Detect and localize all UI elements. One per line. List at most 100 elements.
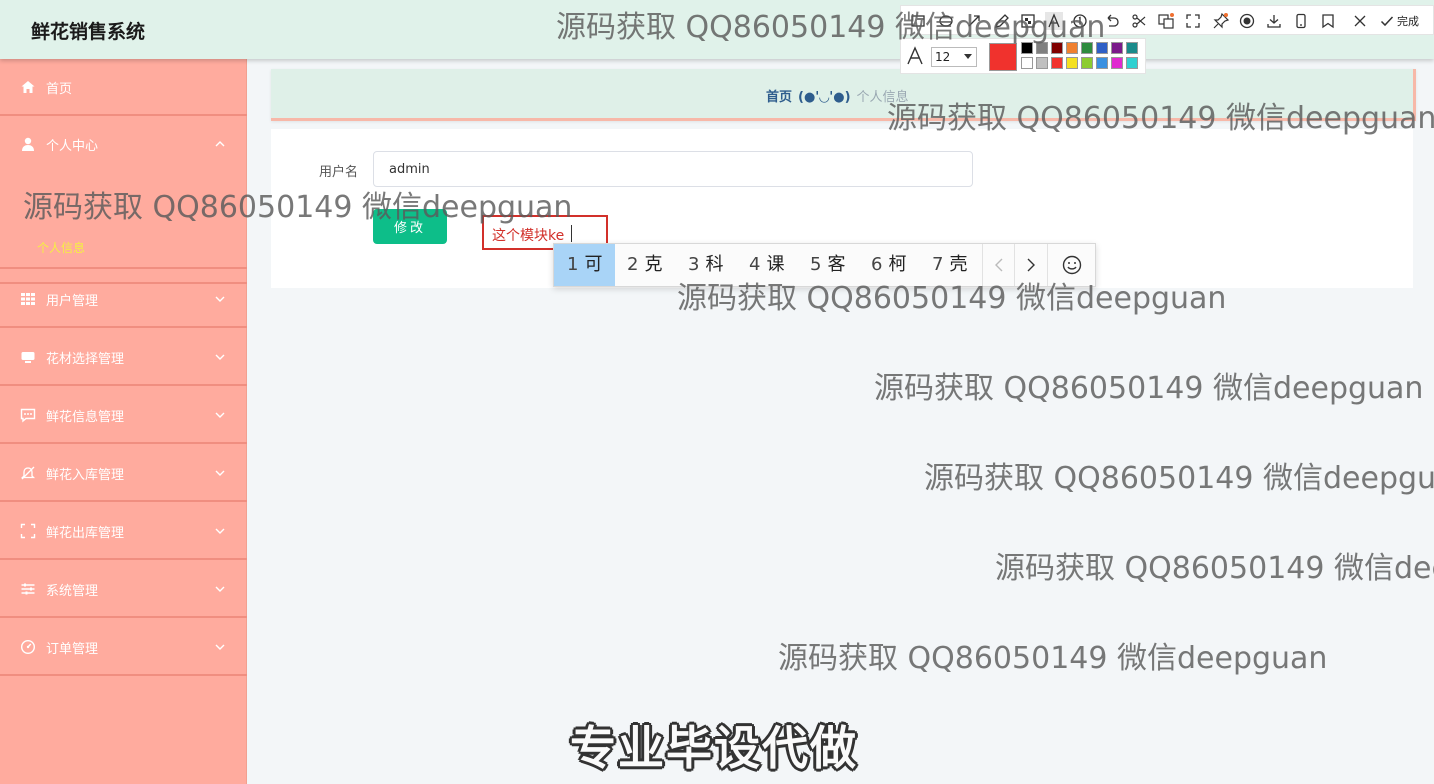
sidebar-item-system-management[interactable]: 系统管理 — [0, 561, 247, 618]
ime-prev-page-button[interactable] — [982, 244, 1014, 286]
text-style-toolbar: 12 — [900, 38, 1146, 74]
ime-candidate[interactable]: 7壳 — [932, 244, 967, 286]
sidebar: 首页 个人中心 个人信息 用户管理 花材选择管理 鲜花信息管理 鲜花入库管理 鲜… — [0, 59, 247, 784]
breadcrumb-current: 个人信息 — [856, 90, 909, 105]
color-swatch[interactable] — [1081, 42, 1093, 54]
font-size-select[interactable]: 12 — [931, 47, 977, 67]
sidebar-item-label: 花材选择管理 — [46, 352, 125, 367]
text-tool-icon[interactable] — [1045, 12, 1063, 30]
rectangle-tool-icon[interactable] — [909, 12, 927, 30]
ime-emoji-button[interactable] — [1047, 244, 1095, 286]
color-swatch[interactable] — [1081, 57, 1093, 69]
color-swatch[interactable] — [1036, 57, 1048, 69]
chevron-down-icon — [964, 54, 972, 59]
arrow-tool-icon[interactable] — [965, 12, 983, 30]
breadcrumb: 首页 (●'◡'●) 个人信息 — [766, 86, 909, 105]
sidebar-item-label: 用户管理 — [46, 294, 99, 309]
color-swatch[interactable] — [1111, 42, 1123, 54]
color-swatch[interactable] — [1066, 57, 1078, 69]
close-icon[interactable] — [1351, 12, 1369, 30]
mosaic-tool-icon[interactable] — [1019, 12, 1037, 30]
sidebar-item-label: 首页 — [46, 82, 73, 97]
chevron-down-icon — [214, 641, 226, 653]
record-icon[interactable] — [1238, 12, 1256, 30]
ime-candidate[interactable]: 4课 — [749, 244, 784, 286]
color-swatch[interactable] — [1126, 57, 1138, 69]
ellipse-tool-icon[interactable] — [937, 12, 955, 30]
app-title: 鲜花销售系统 — [31, 21, 146, 43]
color-swatch[interactable] — [1096, 57, 1108, 69]
color-swatch[interactable] — [1111, 57, 1123, 69]
capture-toolbar: 完成 — [900, 5, 1434, 35]
watermark: 源码获取 QQ86050149 微信deepguan — [924, 461, 1434, 496]
ime-candidate-bar: 1可 2克 3科 4课 5客 6柯 7壳 — [553, 243, 1096, 287]
sidebar-item-label: 系统管理 — [46, 584, 99, 599]
chevron-down-icon — [214, 293, 226, 305]
color-swatch[interactable] — [1051, 42, 1063, 54]
bookmark-icon[interactable] — [1319, 12, 1337, 30]
pin-icon[interactable] — [1212, 12, 1230, 30]
gauge-icon — [20, 639, 36, 655]
ime-candidate[interactable]: 2克 — [627, 244, 662, 286]
current-color-swatch[interactable] — [989, 43, 1017, 71]
sidebar-subitem-label: 个人信息 — [37, 241, 86, 255]
color-swatch[interactable] — [1021, 42, 1033, 54]
sidebar-item-home[interactable]: 首页 — [0, 59, 247, 116]
sidebar-item-stock-in-management[interactable]: 鲜花入库管理 — [0, 445, 247, 502]
ocr-icon[interactable] — [1157, 12, 1175, 30]
username-label: 用户名 — [319, 165, 359, 180]
breadcrumb-separator: (●'◡'●) — [798, 90, 851, 105]
chevron-down-icon — [214, 583, 226, 595]
chevron-down-icon — [214, 525, 226, 537]
username-input[interactable] — [373, 151, 973, 187]
chevron-down-icon — [214, 467, 226, 479]
sidebar-item-label: 订单管理 — [46, 642, 99, 657]
user-icon — [20, 136, 36, 152]
color-swatch[interactable] — [1021, 57, 1033, 69]
scan-icon — [20, 523, 36, 539]
color-swatch[interactable] — [1096, 42, 1108, 54]
annotation-text: 这个模块ke — [492, 228, 565, 244]
banner-watermark: 专业毕设代做 — [570, 721, 858, 775]
ime-candidate[interactable]: 6柯 — [871, 244, 906, 286]
sidebar-item-label: 个人中心 — [46, 139, 99, 154]
font-size-icon — [907, 46, 923, 65]
check-icon — [1380, 16, 1394, 27]
sidebar-item-order-management[interactable]: 订单管理 — [0, 619, 247, 676]
undo-icon[interactable] — [1103, 12, 1121, 30]
chevron-right-icon — [1027, 258, 1035, 272]
breadcrumb-home-link[interactable]: 首页 — [766, 90, 792, 105]
sidebar-item-flower-info-management[interactable]: 鲜花信息管理 — [0, 387, 247, 444]
sidebar-item-label: 鲜花入库管理 — [46, 468, 125, 483]
sidebar-item-stock-out-management[interactable]: 鲜花出库管理 — [0, 503, 247, 560]
sidebar-subitem-personal-info[interactable]: 个人信息 — [0, 227, 247, 269]
bell-off-icon — [20, 465, 36, 481]
watermark: 源码获取 QQ86050149 微信deepguan — [874, 371, 1424, 406]
text-caret — [571, 225, 572, 242]
color-swatch[interactable] — [1036, 42, 1048, 54]
color-swatch[interactable] — [1126, 42, 1138, 54]
device-icon — [20, 349, 36, 365]
sliders-icon — [20, 581, 36, 597]
phone-icon[interactable] — [1292, 12, 1310, 30]
color-swatch[interactable] — [1051, 57, 1063, 69]
number-marker-icon[interactable] — [1071, 12, 1089, 30]
watermark: 源码获取 QQ86050149 微信deepguan — [778, 641, 1328, 676]
sidebar-item-material-management[interactable]: 花材选择管理 — [0, 329, 247, 386]
fullscreen-icon[interactable] — [1184, 12, 1202, 30]
chevron-left-icon — [995, 258, 1003, 272]
grid-icon — [20, 291, 36, 307]
home-icon — [20, 79, 36, 95]
ime-candidate[interactable]: 5客 — [810, 244, 845, 286]
ime-candidate[interactable]: 3科 — [688, 244, 723, 286]
pencil-tool-icon[interactable] — [993, 12, 1011, 30]
color-swatch[interactable] — [1066, 42, 1078, 54]
ime-candidate[interactable]: 1可 — [554, 244, 615, 286]
breadcrumb-panel: 首页 (●'◡'●) 个人信息 — [271, 69, 1416, 121]
sidebar-item-user-management[interactable]: 用户管理 — [0, 271, 247, 328]
chevron-up-icon — [214, 138, 226, 150]
download-icon[interactable] — [1265, 12, 1283, 30]
modify-button[interactable]: 修改 — [373, 209, 447, 244]
ime-next-page-button[interactable] — [1014, 244, 1046, 286]
cutout-icon[interactable] — [1130, 12, 1148, 30]
